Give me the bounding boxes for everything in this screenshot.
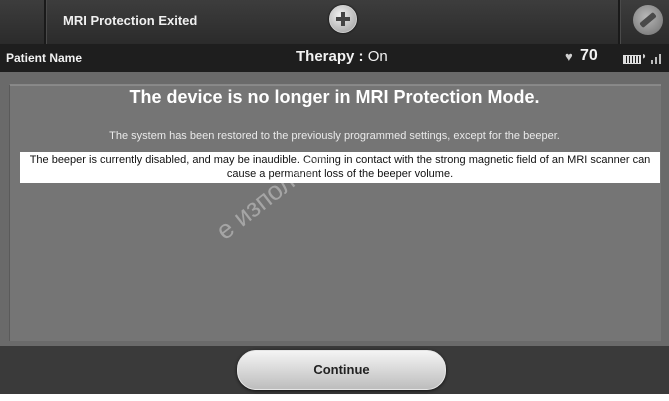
plus-circle-icon[interactable] (329, 5, 357, 33)
title-divider-left (44, 0, 47, 44)
device-screen: MRI Protection Exited Patient Name Thera… (0, 0, 669, 401)
message-heading: The device is no longer in MRI Protectio… (129, 87, 540, 107)
therapy-value: On (367, 48, 388, 65)
patient-name: Patient Name (6, 51, 83, 65)
title-divider-right (618, 0, 621, 44)
message-panel (9, 84, 661, 341)
restored-message: The system has been restored to the prev… (109, 130, 560, 142)
therapy-status: Therapy : On (296, 48, 388, 65)
bottom-bar: Continue (0, 346, 669, 394)
screen-title: MRI Protection Exited (63, 13, 198, 28)
main-area (0, 72, 669, 346)
continue-label: Continue (313, 362, 370, 377)
continue-button[interactable]: Continue (237, 350, 446, 390)
heart-icon: ♥ (565, 49, 573, 64)
heart-rate: 70 (580, 47, 598, 64)
telemetry-wave-icon: ◗ (641, 51, 648, 62)
status-bar: Patient Name Therapy : On ♥ 70 ◗ (0, 44, 669, 72)
battery-icon (623, 55, 641, 64)
beeper-warning: The beeper is currently disabled, and ma… (20, 152, 660, 183)
title-bar: MRI Protection Exited (0, 0, 669, 44)
therapy-label: Therapy : (296, 48, 368, 65)
signal-bars-icon (651, 52, 665, 64)
wrench-icon[interactable] (633, 5, 663, 35)
